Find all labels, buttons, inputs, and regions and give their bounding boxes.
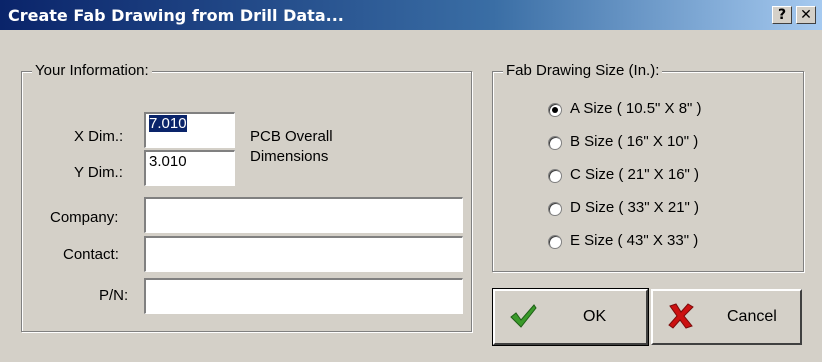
y-dim-label: Y Dim.:	[74, 164, 123, 181]
cancel-label: Cancel	[727, 308, 777, 325]
company-input[interactable]	[144, 197, 463, 233]
your-information-legend: Your Information:	[32, 62, 152, 79]
pn-label: P/N:	[99, 287, 129, 304]
pn-input[interactable]	[144, 278, 463, 314]
size-option-label: C Size ( 21" X 16" )	[570, 166, 700, 183]
x-dim-label: X Dim.:	[74, 128, 124, 145]
close-button[interactable]: ✕	[796, 6, 816, 24]
contact-label: Contact:	[63, 246, 119, 263]
ok-button[interactable]: OK	[492, 288, 649, 346]
size-option-label: A Size ( 10.5" X 8" )	[570, 100, 702, 117]
company-label: Company:	[50, 209, 119, 226]
green-checkmark-icon	[510, 304, 537, 328]
radio-button[interactable]	[548, 235, 562, 249]
fab-drawing-dialog: Create Fab Drawing from Drill Data... ? …	[0, 0, 822, 362]
x-dim-value: 7.010	[149, 115, 187, 132]
radio-selected-dot	[552, 107, 558, 113]
x-dim-input[interactable]: 7.010	[144, 112, 235, 148]
size-option-label: B Size ( 16" X 10" )	[570, 133, 699, 150]
window-title: Create Fab Drawing from Drill Data...	[8, 6, 344, 25]
contact-input[interactable]	[144, 236, 463, 272]
help-button[interactable]: ?	[772, 6, 792, 24]
y-dim-value: 3.010	[149, 153, 187, 170]
radio-button[interactable]	[548, 202, 562, 216]
y-dim-input[interactable]: 3.010	[144, 150, 235, 186]
size-option-label: D Size ( 33" X 21" )	[570, 199, 700, 216]
red-x-icon	[668, 303, 694, 329]
size-option-label: E Size ( 43" X 33" )	[570, 232, 699, 249]
radio-button[interactable]	[548, 169, 562, 183]
radio-button[interactable]	[548, 136, 562, 150]
fab-drawing-size-legend: Fab Drawing Size (In.):	[503, 62, 663, 79]
cancel-button[interactable]: Cancel	[651, 289, 802, 345]
ok-label: OK	[583, 308, 607, 325]
title-bar[interactable]: Create Fab Drawing from Drill Data... ? …	[0, 0, 822, 30]
radio-button[interactable]	[548, 103, 562, 117]
dimensions-caption: Dimensions	[250, 148, 329, 165]
pcb-overall-caption: PCB Overall	[250, 128, 333, 145]
